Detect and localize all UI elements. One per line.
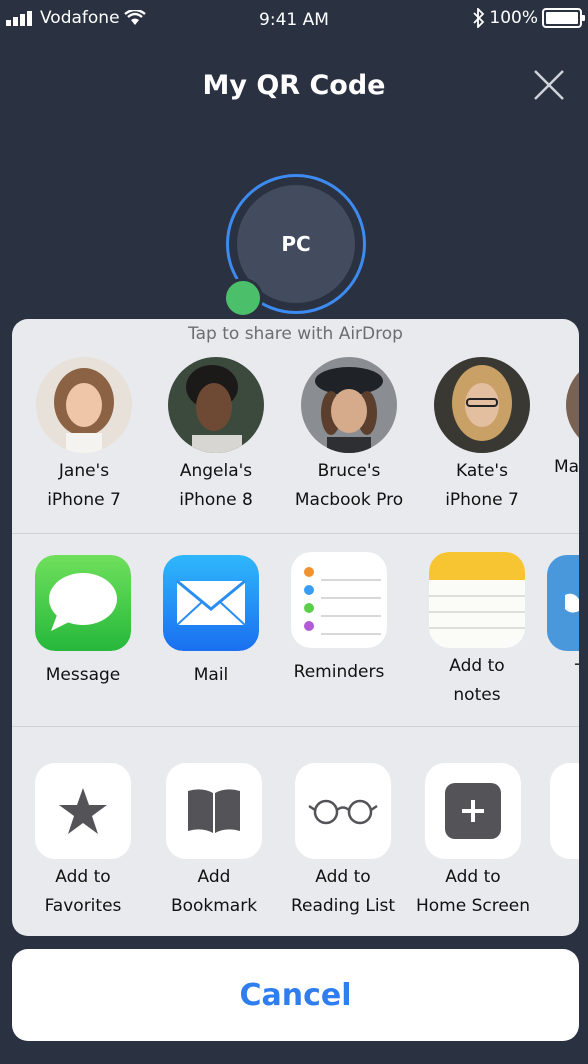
app-message[interactable]: Message	[28, 555, 138, 690]
avatar-initials: PC	[281, 232, 311, 256]
app-mail[interactable]: Mail	[156, 555, 266, 690]
share-sheet: Tap to share with AirDrop Jane's iPhone …	[12, 319, 579, 936]
contact-photo	[301, 357, 397, 453]
actions-row[interactable]: Add to Favorites Add Bookmark Add to Rea…	[12, 759, 579, 929]
airdrop-row[interactable]: Jane's iPhone 7 Angela's iPhone 8 Bruce'…	[12, 357, 579, 532]
app-label: Message	[45, 665, 121, 685]
action-add-favorites[interactable]: Add to Favorites	[28, 763, 138, 921]
airdrop-target-bruce[interactable]: Bruce's Macbook Pro	[284, 357, 414, 515]
contact-photo	[566, 372, 579, 438]
messages-icon	[35, 555, 131, 651]
glasses-icon	[295, 763, 391, 859]
app-notes[interactable]: Add to notes	[412, 552, 542, 710]
action-add-reading-list[interactable]: Add to Reading List	[278, 763, 408, 921]
online-status-dot	[223, 278, 263, 318]
action-add-home-screen[interactable]: Add to Home Screen	[410, 763, 536, 921]
app-label: notes	[453, 685, 501, 705]
bluetooth-icon	[473, 8, 485, 28]
page-title: My QR Code	[202, 70, 386, 101]
airdrop-target-angela[interactable]: Angela's iPhone 8	[156, 357, 276, 515]
action-label: Add to	[55, 867, 111, 887]
twitter-icon	[547, 555, 579, 651]
airdrop-device: Macbook Pro	[294, 490, 404, 510]
airdrop-target-kate[interactable]: Kate's iPhone 7	[422, 357, 542, 515]
star-icon	[35, 763, 131, 859]
app-label: Tv	[575, 657, 579, 686]
airdrop-target-partial[interactable]: Ma	[552, 357, 579, 482]
apps-row[interactable]: Message Mail Reminders Add to notes	[12, 539, 579, 724]
airdrop-device: iPhone 7	[445, 490, 519, 510]
battery-icon	[542, 8, 585, 28]
divider	[12, 533, 579, 534]
action-label: Add to	[315, 867, 371, 887]
battery-percent: 100%	[489, 8, 538, 28]
contact-photo	[36, 357, 132, 453]
cancel-label: Cancel	[239, 977, 352, 1013]
divider	[12, 726, 579, 727]
action-label: Favorites	[44, 896, 122, 916]
app-label: Reminders	[293, 662, 385, 682]
action-label: Add to	[445, 867, 501, 887]
close-icon[interactable]	[532, 68, 566, 102]
action-label: Reading List	[290, 896, 396, 916]
airdrop-name: Bruce's	[317, 461, 381, 481]
action-label: Bookmark	[170, 896, 258, 916]
airdrop-device: iPhone 8	[179, 490, 253, 510]
airdrop-name: Kate's	[456, 461, 508, 481]
airdrop-hint: Tap to share with AirDrop	[188, 324, 403, 344]
mail-icon	[163, 555, 259, 651]
airdrop-name: Jane's	[58, 461, 110, 481]
notes-icon	[429, 552, 525, 648]
app-reminders[interactable]: Reminders	[284, 552, 394, 687]
action-partial[interactable]	[550, 763, 579, 859]
action-add-bookmark[interactable]: Add Bookmark	[156, 763, 272, 921]
add-square-icon	[425, 763, 521, 859]
airdrop-name: Angela's	[179, 461, 253, 481]
cancel-button[interactable]: Cancel	[12, 949, 579, 1041]
app-label: Add to	[449, 656, 505, 676]
airdrop-target-jane[interactable]: Jane's iPhone 7	[24, 357, 144, 515]
action-label: Home Screen	[415, 896, 531, 916]
action-label: Add	[197, 867, 231, 887]
app-label: Mail	[193, 665, 229, 685]
status-time: 9:41 AM	[259, 10, 329, 30]
contact-photo	[168, 357, 264, 453]
airdrop-device: iPhone 7	[47, 490, 121, 510]
contact-photo	[434, 357, 530, 453]
airdrop-device: Ma	[554, 457, 579, 477]
status-bar: Vodafone 9:41 AM 100%	[0, 0, 588, 44]
app-twitter-partial[interactable]: Tv	[547, 555, 579, 686]
book-icon	[166, 763, 262, 859]
reminders-icon	[291, 552, 387, 648]
action-tile	[550, 763, 579, 859]
